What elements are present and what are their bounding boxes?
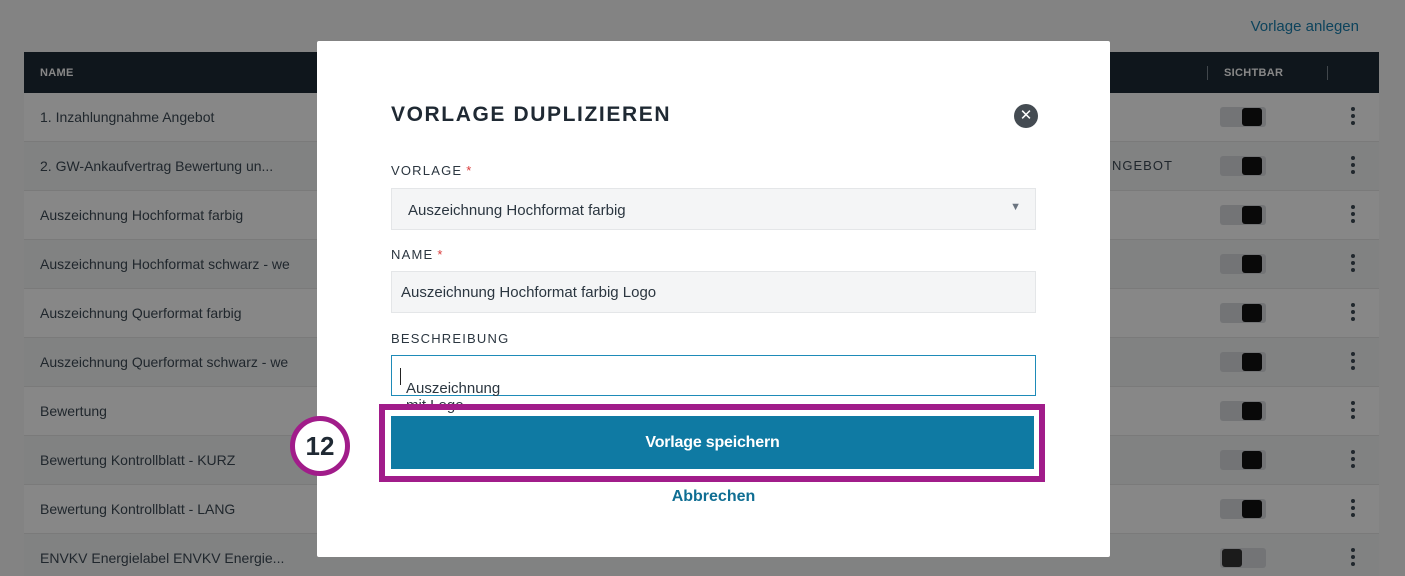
name-input[interactable]: Auszeichnung Hochformat farbig Logo bbox=[391, 271, 1036, 313]
dialog-title: VORLAGE DUPLIZIEREN bbox=[391, 103, 672, 126]
required-marker: * bbox=[466, 163, 473, 178]
description-label-text: BESCHREIBUNG bbox=[391, 331, 510, 346]
template-field-label: VORLAGE * bbox=[391, 163, 473, 178]
name-field-label: NAME * bbox=[391, 247, 444, 262]
required-marker: * bbox=[437, 247, 444, 262]
duplicate-template-dialog: VORLAGE DUPLIZIEREN ✕ VORLAGE * Auszeichn… bbox=[317, 41, 1110, 557]
close-icon[interactable]: ✕ bbox=[1014, 104, 1038, 128]
template-select-value: Auszeichnung Hochformat farbig bbox=[408, 202, 626, 219]
save-template-button[interactable]: Vorlage speichern bbox=[391, 416, 1034, 469]
description-field-label: BESCHREIBUNG bbox=[391, 331, 509, 346]
template-select[interactable]: Auszeichnung Hochformat farbig ▼ bbox=[391, 188, 1036, 230]
cancel-link[interactable]: Abbrechen bbox=[317, 488, 1110, 506]
name-label-text: NAME bbox=[391, 247, 434, 262]
template-label-text: VORLAGE bbox=[391, 163, 463, 178]
step-number-badge: 12 bbox=[290, 416, 350, 476]
name-input-value: Auszeichnung Hochformat farbig Logo bbox=[401, 284, 657, 301]
chevron-down-icon: ▼ bbox=[1010, 201, 1021, 213]
text-cursor bbox=[400, 368, 401, 385]
description-input[interactable]: Auszeichnung mit Logo bbox=[391, 355, 1036, 414]
